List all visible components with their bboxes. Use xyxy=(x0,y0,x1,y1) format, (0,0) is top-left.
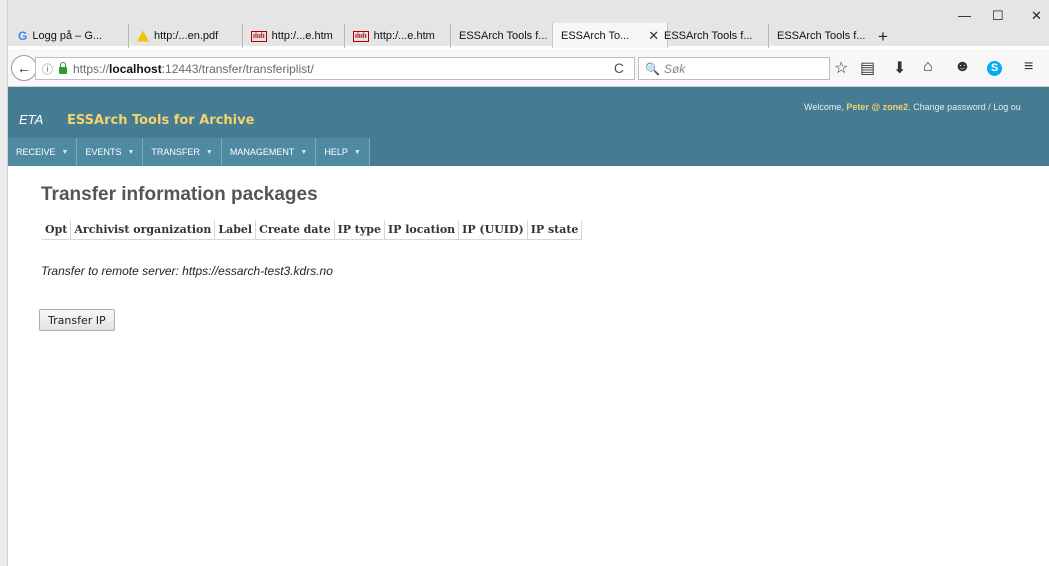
download-icon[interactable]: ⬇ xyxy=(893,58,906,78)
close-tab-icon[interactable]: ✕ xyxy=(648,28,659,44)
column-header-ip-type[interactable]: IP type xyxy=(334,220,385,240)
skype-icon[interactable]: S xyxy=(987,58,1002,76)
back-button[interactable]: ← xyxy=(11,55,37,81)
skype-glyph: S xyxy=(987,61,1002,76)
browser-nav-bar: ← ⓘ https://localhost:12443/transfer/tra… xyxy=(8,49,1049,87)
main-menu: RECEIVE ▼ EVENTS ▼ TRANSFER ▼ MANAGEMENT… xyxy=(8,138,370,166)
page-title: Transfer information packages xyxy=(41,184,318,205)
cisco-icon: ılıılı xyxy=(251,30,267,42)
caret-down-icon: ▼ xyxy=(61,148,69,156)
tab-cisco-2[interactable]: ılıılı http:/...e.htm xyxy=(344,24,435,48)
warning-icon xyxy=(137,30,149,42)
pocket-icon[interactable]: ☻ xyxy=(954,58,971,76)
search-icon: 🔍 xyxy=(645,61,660,76)
menu-label: TRANSFER xyxy=(151,147,200,157)
tab-essarch-active[interactable]: ESSArch To... ✕ xyxy=(552,23,669,48)
column-header-ip-location[interactable]: IP location xyxy=(384,220,460,240)
tab-label: Logg på – G... xyxy=(32,30,103,42)
caret-down-icon: ▼ xyxy=(127,148,135,156)
menu-label: HELP xyxy=(324,147,348,157)
tab-label: ESSArch Tools f... xyxy=(664,30,753,42)
column-header-archivist-organization[interactable]: Archivist organization xyxy=(70,220,216,240)
home-icon[interactable]: ⌂ xyxy=(923,58,933,76)
menu-label: MANAGEMENT xyxy=(229,147,295,157)
tab-essarch-1[interactable]: ESSArch Tools f... xyxy=(450,24,547,48)
tab-google-login[interactable]: G Logg på – G... xyxy=(18,24,102,48)
address-bar[interactable]: ⓘ https://localhost:12443/transfer/trans… xyxy=(35,57,635,80)
column-header-create-date[interactable]: Create date xyxy=(255,220,335,240)
app-header: ETA ESSArch Tools for Archive Welcome, P… xyxy=(8,87,1049,166)
caret-down-icon: ▼ xyxy=(205,148,213,156)
table-header-row: Opt Archivist organization Label Create … xyxy=(42,220,583,240)
search-input[interactable]: 🔍 Søk xyxy=(638,57,830,80)
back-arrow-icon: ← xyxy=(17,60,31,76)
new-tab-button[interactable]: + xyxy=(878,27,888,47)
caret-down-icon: ▼ xyxy=(353,148,361,156)
welcome-prefix: Welcome, xyxy=(804,102,847,112)
minimize-button[interactable]: — xyxy=(958,8,971,23)
menu-help[interactable]: HELP ▼ xyxy=(316,138,370,166)
menu-management[interactable]: MANAGEMENT ▼ xyxy=(222,138,317,166)
google-icon: G xyxy=(18,29,28,43)
tab-pdf[interactable]: http:/...en.pdf xyxy=(128,24,218,48)
eta-logo: ETA xyxy=(19,112,44,127)
app-title: ESSArch Tools for Archive xyxy=(67,113,255,128)
tab-essarch-4[interactable]: ESSArch Tools f... xyxy=(768,24,865,48)
caret-down-icon: ▼ xyxy=(300,148,308,156)
tab-label: http:/...e.htm xyxy=(373,30,435,42)
tab-label: http:/...en.pdf xyxy=(154,30,219,42)
tab-label: ESSArch Tools f... xyxy=(777,30,866,42)
maximize-button[interactable]: ☐ xyxy=(992,8,1004,24)
url-host: localhost xyxy=(109,61,162,76)
tab-label: ESSArch Tools f... xyxy=(459,30,548,42)
info-icon[interactable]: ⓘ xyxy=(42,61,53,77)
search-placeholder: Søk xyxy=(663,61,686,76)
bookmark-star-icon[interactable]: ☆ xyxy=(834,58,848,78)
account-links[interactable]: . Change password / Log ou xyxy=(908,102,1021,112)
column-header-ip-state[interactable]: IP state xyxy=(527,220,583,240)
menu-label: EVENTS xyxy=(85,147,122,157)
welcome-text: Welcome, Peter @ zone2. Change password … xyxy=(804,102,1021,112)
remote-server-text: Transfer to remote server: https://essar… xyxy=(41,264,333,278)
menu-icon[interactable]: ≡ xyxy=(1024,58,1033,76)
reload-icon[interactable]: C xyxy=(614,60,624,76)
menu-label: RECEIVE xyxy=(16,147,56,157)
menu-events[interactable]: EVENTS ▼ xyxy=(77,138,144,166)
welcome-user: Peter @ zone2 xyxy=(846,102,909,112)
browser-tab-bar: G Logg på – G... http:/...en.pdf ılıılı … xyxy=(8,0,1049,48)
close-window-button[interactable]: ✕ xyxy=(1031,8,1042,24)
menu-transfer[interactable]: TRANSFER ▼ xyxy=(143,138,222,166)
column-header-ip-uuid[interactable]: IP (UUID) xyxy=(458,220,528,240)
url-scheme: https:// xyxy=(73,61,110,76)
column-header-opt[interactable]: Opt xyxy=(42,220,72,240)
lock-icon xyxy=(59,62,67,74)
ip-table: Opt Archivist organization Label Create … xyxy=(42,220,583,240)
tab-label: ESSArch To... xyxy=(561,29,630,42)
url-path: :12443/transfer/transferiplist/ xyxy=(161,61,314,76)
menu-receive[interactable]: RECEIVE ▼ xyxy=(8,138,78,166)
tab-label: http:/...e.htm xyxy=(271,30,333,42)
transfer-ip-button[interactable]: Transfer IP xyxy=(39,309,115,331)
tab-essarch-3[interactable]: ESSArch Tools f... xyxy=(664,24,752,48)
window-left-edge xyxy=(0,0,8,566)
column-header-label[interactable]: Label xyxy=(214,220,257,240)
tab-cisco-1[interactable]: ılıılı http:/...e.htm xyxy=(242,24,333,48)
cisco-icon: ılıılı xyxy=(353,30,369,42)
reading-list-icon[interactable]: ▤ xyxy=(860,58,875,78)
